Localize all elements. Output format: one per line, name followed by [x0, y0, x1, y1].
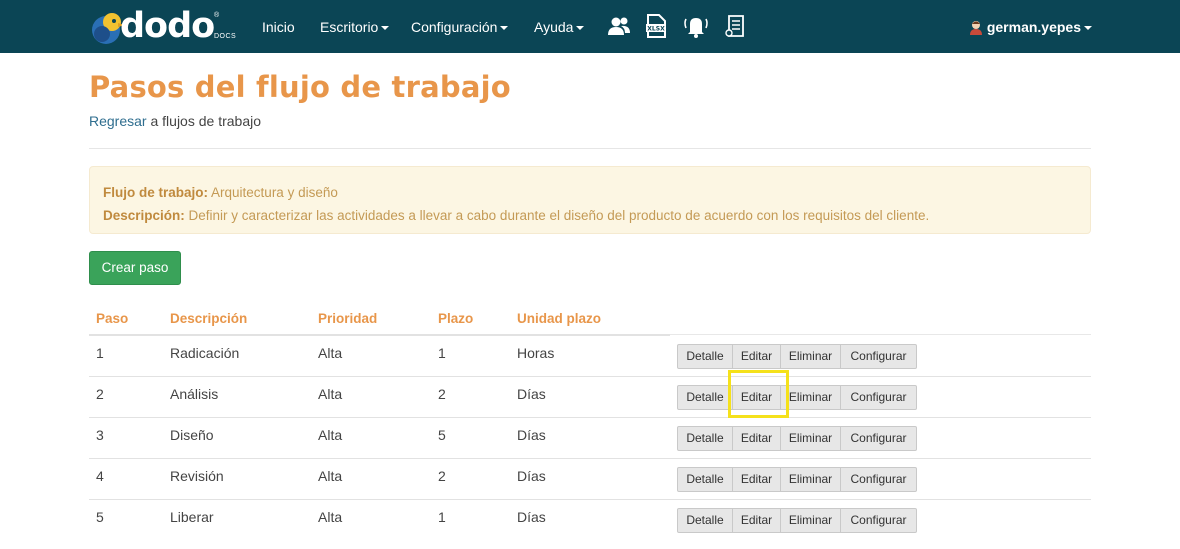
configure-button[interactable]: Configurar — [841, 508, 917, 533]
cell-plazo: 1 — [438, 509, 446, 525]
create-step-button[interactable]: Crear paso — [89, 251, 181, 285]
header-descripcion: Descripción — [170, 311, 248, 326]
user-name: german.yepes — [986, 19, 1081, 35]
header-unidad-plazo: Unidad plazo — [517, 311, 601, 326]
edit-button[interactable]: Editar — [733, 344, 781, 369]
workflow-line: Flujo de trabajo: Arquitectura y diseño — [103, 181, 1077, 204]
cell-unidad: Días — [517, 386, 546, 402]
cell-descripcion: Análisis — [170, 386, 219, 402]
detail-button[interactable]: Detalle — [677, 344, 733, 369]
nav-ayuda-label: Ayuda — [534, 19, 574, 35]
brand-registered: ® — [214, 12, 220, 19]
delete-button[interactable]: Eliminar — [781, 385, 841, 410]
cell-unidad: Días — [517, 427, 546, 443]
caret-down-icon — [500, 26, 509, 31]
dodo-logo[interactable]: dodo ® DOCS — [90, 6, 240, 46]
detail-button[interactable]: Detalle — [677, 385, 733, 410]
workflow-value: Arquitectura y diseño — [211, 185, 338, 200]
cell-descripcion: Radicación — [170, 345, 240, 361]
row-actions: Detalle Editar Eliminar Configurar — [677, 467, 917, 492]
table-row: 3 Diseño Alta 5 Días Detalle Editar Elim… — [89, 418, 1091, 459]
nav-configuracion[interactable]: Configuración — [411, 17, 509, 37]
cell-plazo: 2 — [438, 386, 446, 402]
cell-prioridad: Alta — [318, 468, 343, 484]
cell-prioridad: Alta — [318, 345, 343, 361]
table-row: 1 Radicación Alta 1 Horas Detalle Editar… — [89, 336, 1091, 377]
nav-inicio[interactable]: Inicio — [262, 17, 295, 37]
cell-plazo: 2 — [438, 468, 446, 484]
delete-button[interactable]: Eliminar — [781, 426, 841, 451]
nav-inicio-label: Inicio — [262, 19, 295, 35]
cell-descripcion: Diseño — [170, 427, 214, 443]
edit-button[interactable]: Editar — [733, 508, 781, 533]
cell-descripcion: Liberar — [170, 509, 214, 525]
edit-button[interactable]: Editar — [733, 426, 781, 451]
caret-down-icon — [576, 26, 585, 31]
workflow-label: Flujo de trabajo: — [103, 185, 209, 200]
row-actions: Detalle Editar Eliminar Configurar — [677, 344, 917, 369]
cell-unidad: Días — [517, 468, 546, 484]
delete-button[interactable]: Eliminar — [781, 467, 841, 492]
delete-button[interactable]: Eliminar — [781, 508, 841, 533]
delete-button[interactable]: Eliminar — [781, 344, 841, 369]
nav-escritorio[interactable]: Escritorio — [320, 17, 390, 37]
cell-paso: 3 — [96, 427, 104, 443]
description-label: Descripción: — [103, 208, 185, 223]
cell-unidad: Horas — [517, 345, 555, 361]
caret-down-icon — [381, 26, 390, 31]
row-actions: Detalle Editar Eliminar Configurar — [677, 385, 917, 410]
nav-configuracion-label: Configuración — [411, 19, 498, 35]
header-paso: Paso — [96, 311, 129, 326]
cell-prioridad: Alta — [318, 427, 343, 443]
table-row: 5 Liberar Alta 1 Días Detalle Editar Eli… — [89, 500, 1091, 541]
configure-button[interactable]: Configurar — [841, 467, 917, 492]
header-prioridad: Prioridad — [318, 311, 378, 326]
top-navbar: dodo ® DOCS Inicio Escritorio Configurac… — [0, 0, 1180, 53]
users-icon[interactable] — [607, 13, 631, 39]
user-menu[interactable]: german.yepes — [968, 17, 1092, 37]
header-plazo: Plazo — [438, 311, 474, 326]
table-row: 2 Análisis Alta 2 Días Detalle Editar El… — [89, 377, 1091, 418]
cell-paso: 1 — [96, 345, 104, 361]
table-row: 4 Revisión Alta 2 Días Detalle Editar El… — [89, 459, 1091, 500]
cell-prioridad: Alta — [318, 509, 343, 525]
brand-name: dodo — [120, 6, 215, 46]
detail-button[interactable]: Detalle — [677, 508, 733, 533]
configure-button[interactable]: Configurar — [841, 344, 917, 369]
page-title: Pasos del flujo de trabajo — [89, 70, 511, 104]
cell-plazo: 5 — [438, 427, 446, 443]
caret-down-icon — [1084, 26, 1092, 31]
cell-plazo: 1 — [438, 345, 446, 361]
row-actions: Detalle Editar Eliminar Configurar — [677, 426, 917, 451]
cell-paso: 5 — [96, 509, 104, 525]
detail-button[interactable]: Detalle — [677, 426, 733, 451]
back-line: Regresar a flujos de trabajo — [89, 113, 261, 129]
edit-button[interactable]: Editar — [733, 385, 781, 410]
row-actions: Detalle Editar Eliminar Configurar — [677, 508, 917, 533]
document-list-icon[interactable] — [724, 13, 748, 39]
back-text: a flujos de trabajo — [150, 113, 262, 129]
configure-button[interactable]: Configurar — [841, 385, 917, 410]
header-underline-right — [670, 334, 1091, 335]
cell-unidad: Días — [517, 509, 546, 525]
description-value: Definir y caracterizar las actividades a… — [188, 208, 930, 223]
bell-icon[interactable] — [682, 13, 710, 39]
nav-ayuda[interactable]: Ayuda — [534, 17, 585, 37]
brand-sub: DOCS — [214, 33, 237, 40]
divider — [89, 148, 1091, 149]
detail-button[interactable]: Detalle — [677, 467, 733, 492]
configure-button[interactable]: Configurar — [841, 426, 917, 451]
avatar — [969, 21, 982, 35]
workflow-info-alert: Flujo de trabajo: Arquitectura y diseño … — [89, 166, 1091, 234]
back-link[interactable]: Regresar — [89, 113, 147, 129]
nav-escritorio-label: Escritorio — [320, 19, 379, 35]
cell-paso: 4 — [96, 468, 104, 484]
description-line: Descripción: Definir y caracterizar las … — [103, 204, 1077, 227]
edit-button[interactable]: Editar — [733, 467, 781, 492]
cell-paso: 2 — [96, 386, 104, 402]
svg-text:XLSX: XLSX — [647, 26, 665, 33]
xlsx-file-icon[interactable]: XLSX — [644, 13, 668, 39]
cell-descripcion: Revisión — [170, 468, 224, 484]
cell-prioridad: Alta — [318, 386, 343, 402]
